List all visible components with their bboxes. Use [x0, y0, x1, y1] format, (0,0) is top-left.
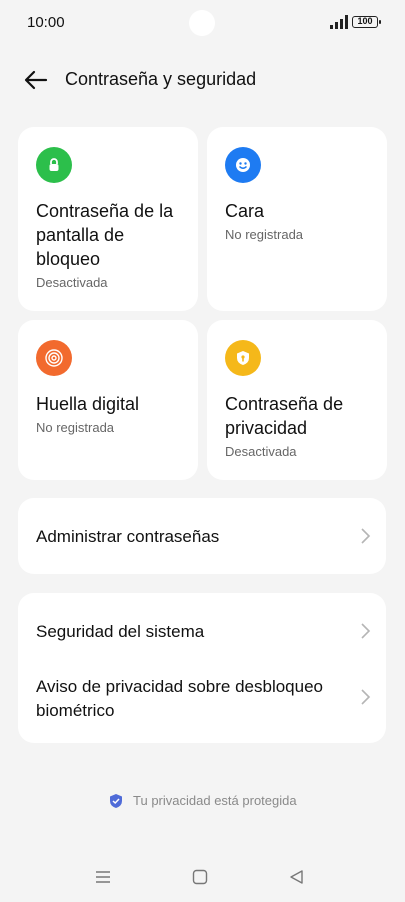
- home-icon[interactable]: [190, 868, 210, 886]
- navigation-bar: [0, 860, 405, 894]
- chevron-right-icon: [361, 623, 371, 639]
- privacy-footer: Tu privacidad está protegida: [0, 792, 405, 809]
- header: Contraseña y seguridad: [0, 56, 405, 104]
- fingerprint-icon: [36, 340, 72, 376]
- system-security-label: Seguridad del sistema: [36, 622, 205, 641]
- tile-lock-screen-password[interactable]: Contraseña de la pantalla de bloqueo Des…: [18, 127, 198, 311]
- battery-level: 100: [357, 16, 373, 26]
- lock-icon: [36, 147, 72, 183]
- battery-icon: 100: [352, 16, 381, 28]
- status-time: 10:00: [27, 14, 65, 31]
- menu-icon[interactable]: [93, 868, 113, 886]
- system-security-row[interactable]: Seguridad del sistema: [18, 593, 386, 663]
- tile-privacy-password[interactable]: Contraseña de privacidad Desactivada: [207, 320, 387, 480]
- page-title: Contraseña y seguridad: [65, 69, 257, 89]
- manage-passwords-label: Administrar contraseñas: [36, 527, 220, 546]
- tile-status: No registrada: [225, 227, 304, 242]
- tile-title: Contraseña de la pantalla de bloqueo: [36, 201, 174, 269]
- manage-passwords-row[interactable]: Administrar contraseñas: [18, 498, 386, 574]
- security-settings-card: Seguridad del sistema Aviso de privacida…: [18, 593, 386, 743]
- biometric-notice-row[interactable]: Aviso de privacidad sobre desbloqueo bio…: [18, 663, 386, 743]
- tile-status: Desactivada: [36, 275, 108, 290]
- tile-fingerprint[interactable]: Huella digital No registrada: [18, 320, 198, 480]
- signal-icon: [330, 15, 348, 29]
- chevron-right-icon: [361, 689, 371, 705]
- status-bar: 10:00 100: [0, 0, 405, 46]
- manage-passwords-card: Administrar contraseñas: [18, 498, 386, 574]
- back-triangle-icon[interactable]: [287, 868, 307, 886]
- back-arrow-icon[interactable]: [22, 66, 50, 94]
- tile-status: Desactivada: [225, 444, 297, 459]
- biometric-notice-label: Aviso de privacidad sobre desbloqueo bio…: [36, 677, 323, 720]
- tile-title: Huella digital: [36, 394, 140, 414]
- privacy-shield-icon: [225, 340, 261, 376]
- shield-check-icon: [110, 793, 123, 808]
- camera-cutout: [189, 10, 215, 36]
- tile-face[interactable]: Cara No registrada: [207, 127, 387, 311]
- privacy-footer-text: Tu privacidad está protegida: [133, 793, 297, 809]
- tile-title: Cara: [225, 201, 265, 221]
- tile-status: No registrada: [36, 420, 115, 435]
- face-icon: [225, 147, 261, 183]
- tile-title: Contraseña de privacidad: [225, 394, 344, 438]
- chevron-right-icon: [361, 528, 371, 544]
